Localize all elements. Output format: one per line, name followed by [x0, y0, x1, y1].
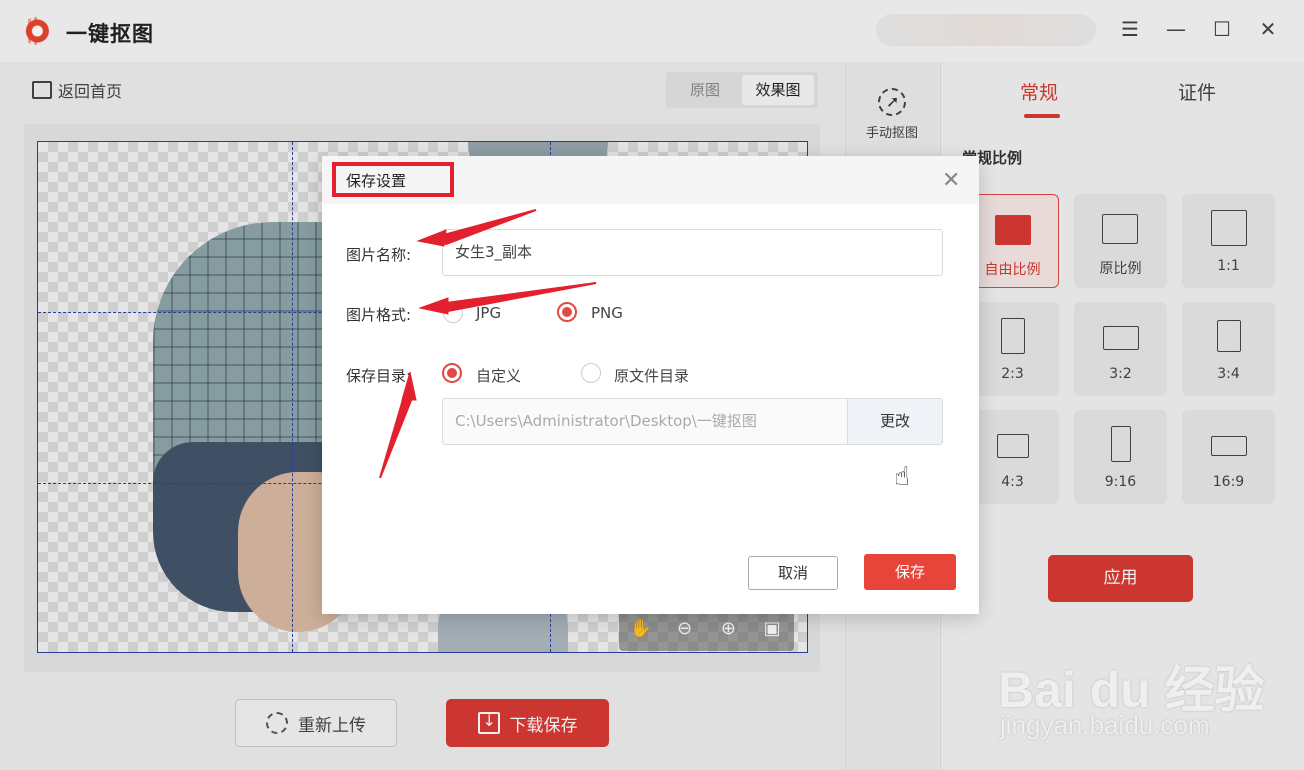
arrow-head-format — [418, 297, 449, 315]
annotation-arrows — [379, 209, 597, 479]
arrow-head-name — [416, 229, 447, 247]
arrow-to-dir — [379, 394, 414, 479]
arrow-to-format — [444, 282, 597, 313]
arrow-head-dir — [401, 371, 417, 401]
arrow-to-name — [438, 209, 537, 246]
